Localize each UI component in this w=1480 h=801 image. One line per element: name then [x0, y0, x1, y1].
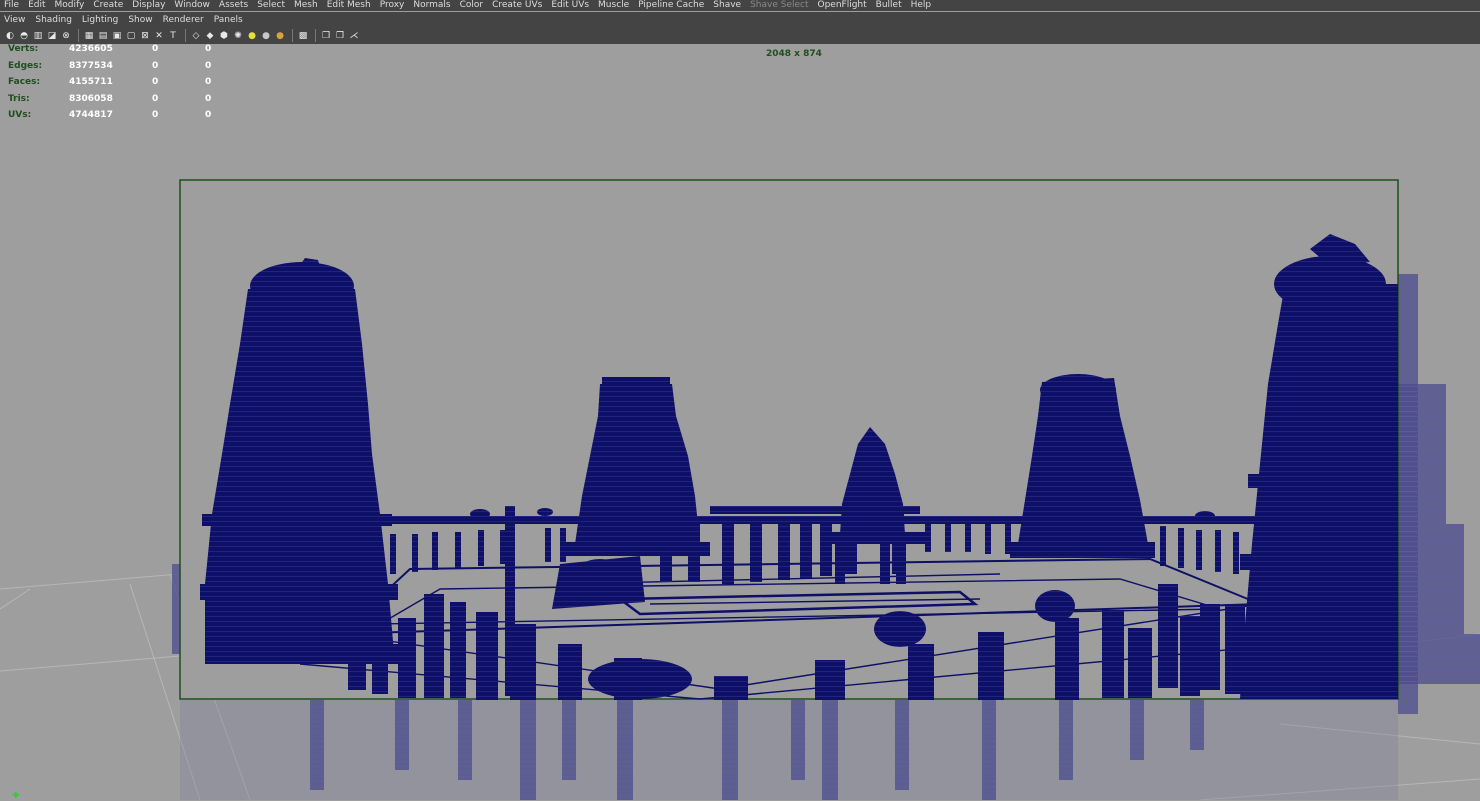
panel-menu-bar: View Shading Lighting Show Renderer Panels: [0, 12, 1480, 27]
image-plane-icon[interactable]: ◪: [46, 30, 58, 42]
menu-shave[interactable]: Shave: [709, 0, 746, 11]
high-quality-icon[interactable]: ●: [274, 30, 286, 42]
view-axis-icon: ✚: [12, 791, 20, 801]
xray-joints-icon[interactable]: ❒: [320, 30, 332, 42]
share-icon[interactable]: ⋌: [348, 30, 360, 42]
menu-file[interactable]: File: [0, 0, 24, 11]
hud-v3: 0: [205, 77, 212, 88]
hud-v3: 0: [205, 110, 212, 121]
hud-v3: 0: [205, 44, 212, 54]
menu-create[interactable]: Create: [89, 0, 128, 11]
panel-menu-view[interactable]: View: [0, 15, 31, 25]
viewport-3d[interactable]: [0, 44, 1480, 800]
panel-menu-lighting[interactable]: Lighting: [78, 15, 124, 25]
menu-muscle[interactable]: Muscle: [594, 0, 634, 11]
bookmarks-icon[interactable]: ▥: [32, 30, 44, 42]
wireframe-on-shaded-icon[interactable]: ⬢: [218, 30, 230, 42]
menu-pipeline-cache[interactable]: Pipeline Cache: [634, 0, 709, 11]
menu-assets[interactable]: Assets: [215, 0, 253, 11]
toolbar-separator: [78, 29, 79, 42]
toolbar-separator: [185, 29, 186, 42]
gate-mask-icon[interactable]: ▢: [125, 30, 137, 42]
menu-edit-mesh[interactable]: Edit Mesh: [323, 0, 376, 11]
grid-icon[interactable]: ▦: [83, 30, 95, 42]
camera-select-icon[interactable]: ◐: [4, 30, 16, 42]
film-gate-icon[interactable]: ▤: [97, 30, 109, 42]
hud-v2: 0: [152, 110, 159, 121]
xray-active-components-icon[interactable]: ❐: [334, 30, 346, 42]
menu-create-uvs[interactable]: Create UVs: [488, 0, 547, 11]
menu-mesh[interactable]: Mesh: [290, 0, 323, 11]
hud-v2: 0: [152, 44, 159, 54]
menu-display[interactable]: Display: [128, 0, 170, 11]
menu-normals[interactable]: Normals: [409, 0, 455, 11]
hud-v3: 0: [205, 60, 212, 71]
menu-shave-select[interactable]: Shave Select: [746, 0, 813, 11]
toolbar-separator: [292, 29, 293, 42]
menu-modify[interactable]: Modify: [51, 0, 90, 11]
two-d-pan-zoom-icon[interactable]: ⊗: [60, 30, 72, 42]
xray-icon[interactable]: ✺: [232, 30, 244, 42]
menu-edit[interactable]: Edit: [24, 0, 50, 11]
camera-attributes-icon[interactable]: ◓: [18, 30, 30, 42]
hud-label: Verts:: [8, 44, 39, 54]
field-chart-icon[interactable]: ⊠: [139, 30, 151, 42]
hud-v3: 0: [205, 93, 212, 104]
menu-color[interactable]: Color: [456, 0, 489, 11]
panel-menu-renderer[interactable]: Renderer: [159, 15, 210, 25]
main-menu-bar: File Edit Modify Create Display Window Assets S…: [0, 0, 1480, 11]
menu-bullet[interactable]: Bullet: [872, 0, 907, 11]
safe-title-icon[interactable]: T: [167, 30, 179, 42]
toolbar-separator: [315, 29, 316, 42]
resolution-gate-icon[interactable]: ▣: [111, 30, 123, 42]
hud-v2: 0: [152, 77, 159, 88]
panel-menu-shading[interactable]: Shading: [31, 15, 78, 25]
shadows-icon[interactable]: ●: [260, 30, 272, 42]
hud-label: Edges:: [8, 60, 43, 71]
hud-v1: 8306058: [69, 93, 113, 104]
panel-toolbar: ◐ ◓ ▥ ◪ ⊗ ▦ ▤ ▣ ▢ ⊠ ✕ T ◇ ◆ ⬢ ✺ ● ● ● ▩ ❒ ❐ ⋌: [0, 27, 1480, 44]
wireframe-icon[interactable]: ◇: [190, 30, 202, 42]
hud-v1: 8377534: [69, 60, 113, 71]
hud-v1: 4155711: [69, 77, 113, 88]
panel-menu-panels[interactable]: Panels: [210, 15, 249, 25]
hud-label: UVs:: [8, 110, 32, 121]
hud-label: Faces:: [8, 77, 41, 88]
menu-proxy[interactable]: Proxy: [376, 0, 410, 11]
hud-v2: 0: [152, 60, 159, 71]
isolate-select-icon[interactable]: ▩: [297, 30, 309, 42]
hud-v1: 4744817: [69, 110, 113, 121]
safe-action-icon[interactable]: ✕: [153, 30, 165, 42]
menu-openflight[interactable]: OpenFlight: [814, 0, 872, 11]
menu-help[interactable]: Help: [907, 0, 937, 11]
menu-window[interactable]: Window: [170, 0, 215, 11]
geometry-outside-gate: [180, 700, 1398, 800]
use-all-lights-icon[interactable]: ●: [246, 30, 258, 42]
left-tower-overflow: [172, 564, 180, 654]
panel-menu-show[interactable]: Show: [124, 15, 158, 25]
menu-select[interactable]: Select: [253, 0, 290, 11]
menu-edit-uvs[interactable]: Edit UVs: [547, 0, 594, 11]
hud-label: Tris:: [8, 93, 30, 104]
hud-v1: 4236605: [69, 44, 113, 54]
hud-v2: 0: [152, 93, 159, 104]
smooth-shade-icon[interactable]: ◆: [204, 30, 216, 42]
resolution-gate-label: 2048 x 874: [766, 49, 822, 59]
